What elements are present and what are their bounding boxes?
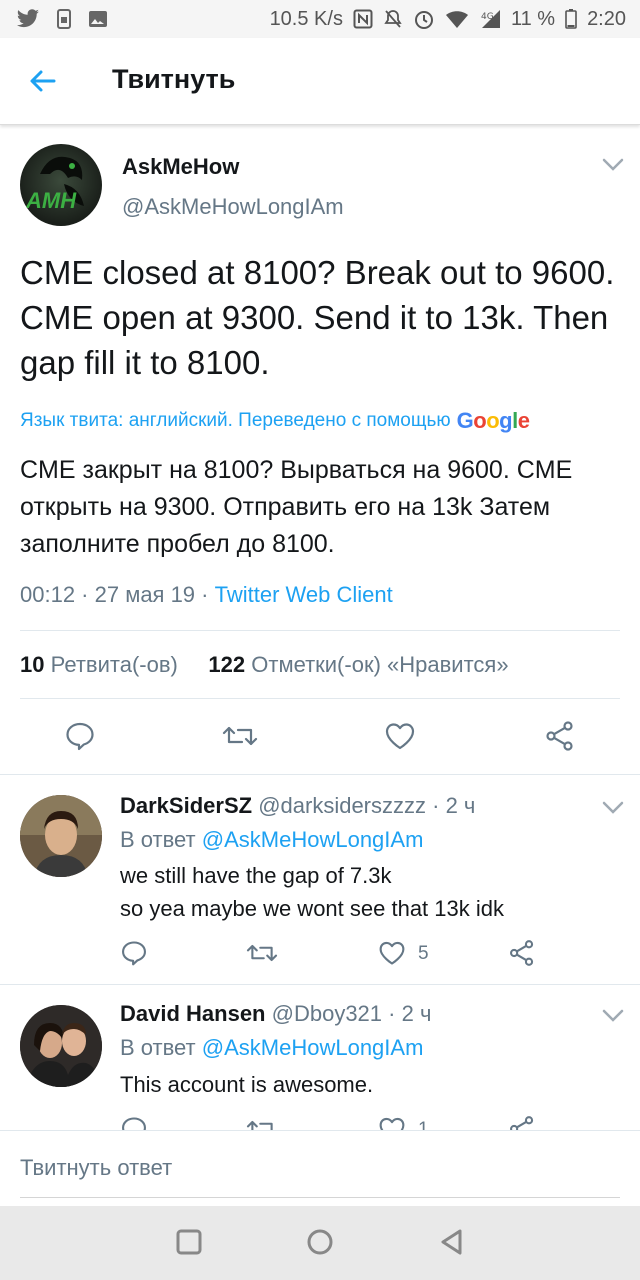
reply-header: DarkSiderSZ @darksiderszzzz · 2 ч — [120, 793, 475, 819]
page-title: Твитнуть — [112, 64, 236, 94]
reply-author-name[interactable]: DarkSiderSZ — [120, 793, 252, 818]
like-count: 5 — [418, 943, 429, 964]
reply-time: · 2 ч — [432, 793, 476, 818]
divider — [20, 698, 620, 699]
nfc-icon — [353, 9, 373, 29]
avatar[interactable] — [20, 1005, 102, 1087]
reply-button[interactable] — [64, 720, 96, 757]
reply-to-line: В ответ @AskMeHowLongIAm — [120, 1035, 423, 1061]
status-bar: 10.5 K/s 4G 11 % 2:20 — [0, 0, 640, 38]
like-icon — [384, 723, 416, 756]
retweet-button[interactable] — [246, 939, 278, 972]
mute-bell-icon — [383, 9, 403, 29]
retweets-stat[interactable]: 10 Ретвита(-ов) — [20, 652, 178, 677]
reply-text: we still have the gap of 7.3k so yea may… — [120, 859, 620, 925]
translation-notice: Язык твита: английский. Переведено с пом… — [20, 408, 530, 434]
svg-text:4G: 4G — [481, 12, 494, 22]
clock: 2:20 — [587, 7, 626, 30]
tweet-timestamp: 00:12 · 27 мая 19 · — [20, 582, 215, 607]
avatar[interactable] — [20, 795, 102, 877]
reply-text-line: so yea maybe we wont see that 13k idk — [120, 896, 504, 921]
circle-icon — [306, 1229, 334, 1260]
retweet-icon — [246, 944, 278, 971]
reply-author-handle[interactable]: @Dboy321 — [272, 1001, 382, 1026]
translation-label: Язык твита: английский. Переведено с пом… — [20, 410, 451, 431]
avatar-logo-text: AMH — [26, 188, 77, 213]
system-nav-bar — [0, 1206, 640, 1280]
chevron-down-icon — [602, 1009, 624, 1027]
square-icon — [175, 1229, 203, 1260]
like-icon — [378, 941, 406, 971]
network-speed: 10.5 K/s — [269, 7, 343, 30]
reply-text: This account is awesome. — [120, 1068, 620, 1101]
compose-bar: Твитнуть ответ — [0, 1130, 640, 1207]
reply-button[interactable] — [120, 939, 148, 972]
back-arrow-icon — [26, 70, 60, 102]
back-nav-button[interactable] — [438, 1228, 466, 1261]
chevron-down-icon — [602, 158, 624, 176]
share-icon — [544, 721, 576, 756]
retweets-label: Ретвита(-ов) — [50, 652, 178, 677]
reply-to-mention[interactable]: @AskMeHowLongIAm — [202, 827, 424, 852]
reply-to-label: В ответ — [120, 827, 196, 852]
reply-to-label: В ответ — [120, 1035, 196, 1060]
wifi-icon — [445, 9, 469, 29]
reply-icon — [120, 941, 148, 971]
retweet-icon — [222, 726, 258, 756]
twitter-bird-icon — [16, 9, 40, 29]
reply-author-name[interactable]: David Hansen — [120, 1001, 266, 1026]
home-button[interactable] — [306, 1228, 334, 1261]
reply-text-line: This account is awesome. — [120, 1072, 374, 1097]
reply-time: · 2 ч — [388, 1001, 432, 1026]
reply-to-mention[interactable]: @AskMeHowLongIAm — [202, 1035, 424, 1060]
signal-icon: 4G — [479, 9, 501, 29]
back-button[interactable] — [26, 64, 60, 98]
divider — [0, 774, 640, 775]
battery-icon — [565, 9, 577, 29]
tweet-meta: 00:12 · 27 мая 19 · Twitter Web Client — [20, 582, 393, 608]
tweet-stats: 10 Ретвита(-ов) 122 Отметки(-ок) «Нравит… — [20, 652, 509, 678]
like-button[interactable] — [384, 720, 416, 757]
likes-count: 122 — [208, 652, 246, 677]
likes-stat[interactable]: 122 Отметки(-ок) «Нравится» — [208, 652, 508, 677]
divider — [0, 984, 640, 985]
author-name[interactable]: AskMeHow — [122, 154, 239, 180]
avatar-photo — [20, 1005, 102, 1087]
gallery-icon — [88, 9, 108, 29]
battery-level: 11 % — [510, 7, 556, 30]
avatar[interactable]: AMH — [20, 144, 102, 226]
retweet-button[interactable] — [222, 720, 258, 757]
divider — [20, 630, 620, 631]
chevron-down-icon — [602, 801, 624, 819]
app-bar: Твитнуть — [0, 38, 640, 125]
reply-menu-button[interactable] — [602, 1009, 624, 1028]
divider — [20, 1197, 620, 1198]
reply-menu-button[interactable] — [602, 801, 624, 820]
share-button[interactable] — [508, 939, 536, 972]
reply-icon — [64, 722, 96, 756]
tweet-text: CME closed at 8100? Break out to 9600. C… — [20, 254, 615, 381]
author-handle[interactable]: @AskMeHowLongIAm — [122, 194, 344, 220]
reply-text-line: we still have the gap of 7.3k — [120, 863, 392, 888]
reply-compose-input[interactable]: Твитнуть ответ — [20, 1155, 172, 1181]
avatar-photo — [20, 795, 102, 877]
reply-actions: 5 — [0, 937, 640, 971]
tweet-actions — [0, 718, 640, 758]
reply-to-line: В ответ @AskMeHowLongIAm — [120, 827, 423, 853]
share-button[interactable] — [544, 720, 576, 757]
translated-text: CME закрыт на 8100? Вырваться на 9600. C… — [20, 456, 573, 558]
reply-header: David Hansen @Dboy321 · 2 ч — [120, 1001, 431, 1027]
like-button[interactable] — [378, 939, 406, 972]
triangle-back-icon — [438, 1229, 466, 1260]
reply-author-handle[interactable]: @darksiderszzzz — [258, 793, 426, 818]
recents-button[interactable] — [175, 1228, 203, 1261]
likes-label: Отметки(-ок) «Нравится» — [251, 652, 509, 677]
share-icon — [508, 940, 536, 971]
alarm-icon — [413, 8, 435, 30]
tweet-client-link[interactable]: Twitter Web Client — [215, 582, 393, 607]
tweet-menu-button[interactable] — [602, 158, 624, 177]
google-logo[interactable]: Google — [457, 408, 530, 434]
sim-icon — [56, 9, 72, 29]
retweets-count: 10 — [20, 652, 45, 677]
